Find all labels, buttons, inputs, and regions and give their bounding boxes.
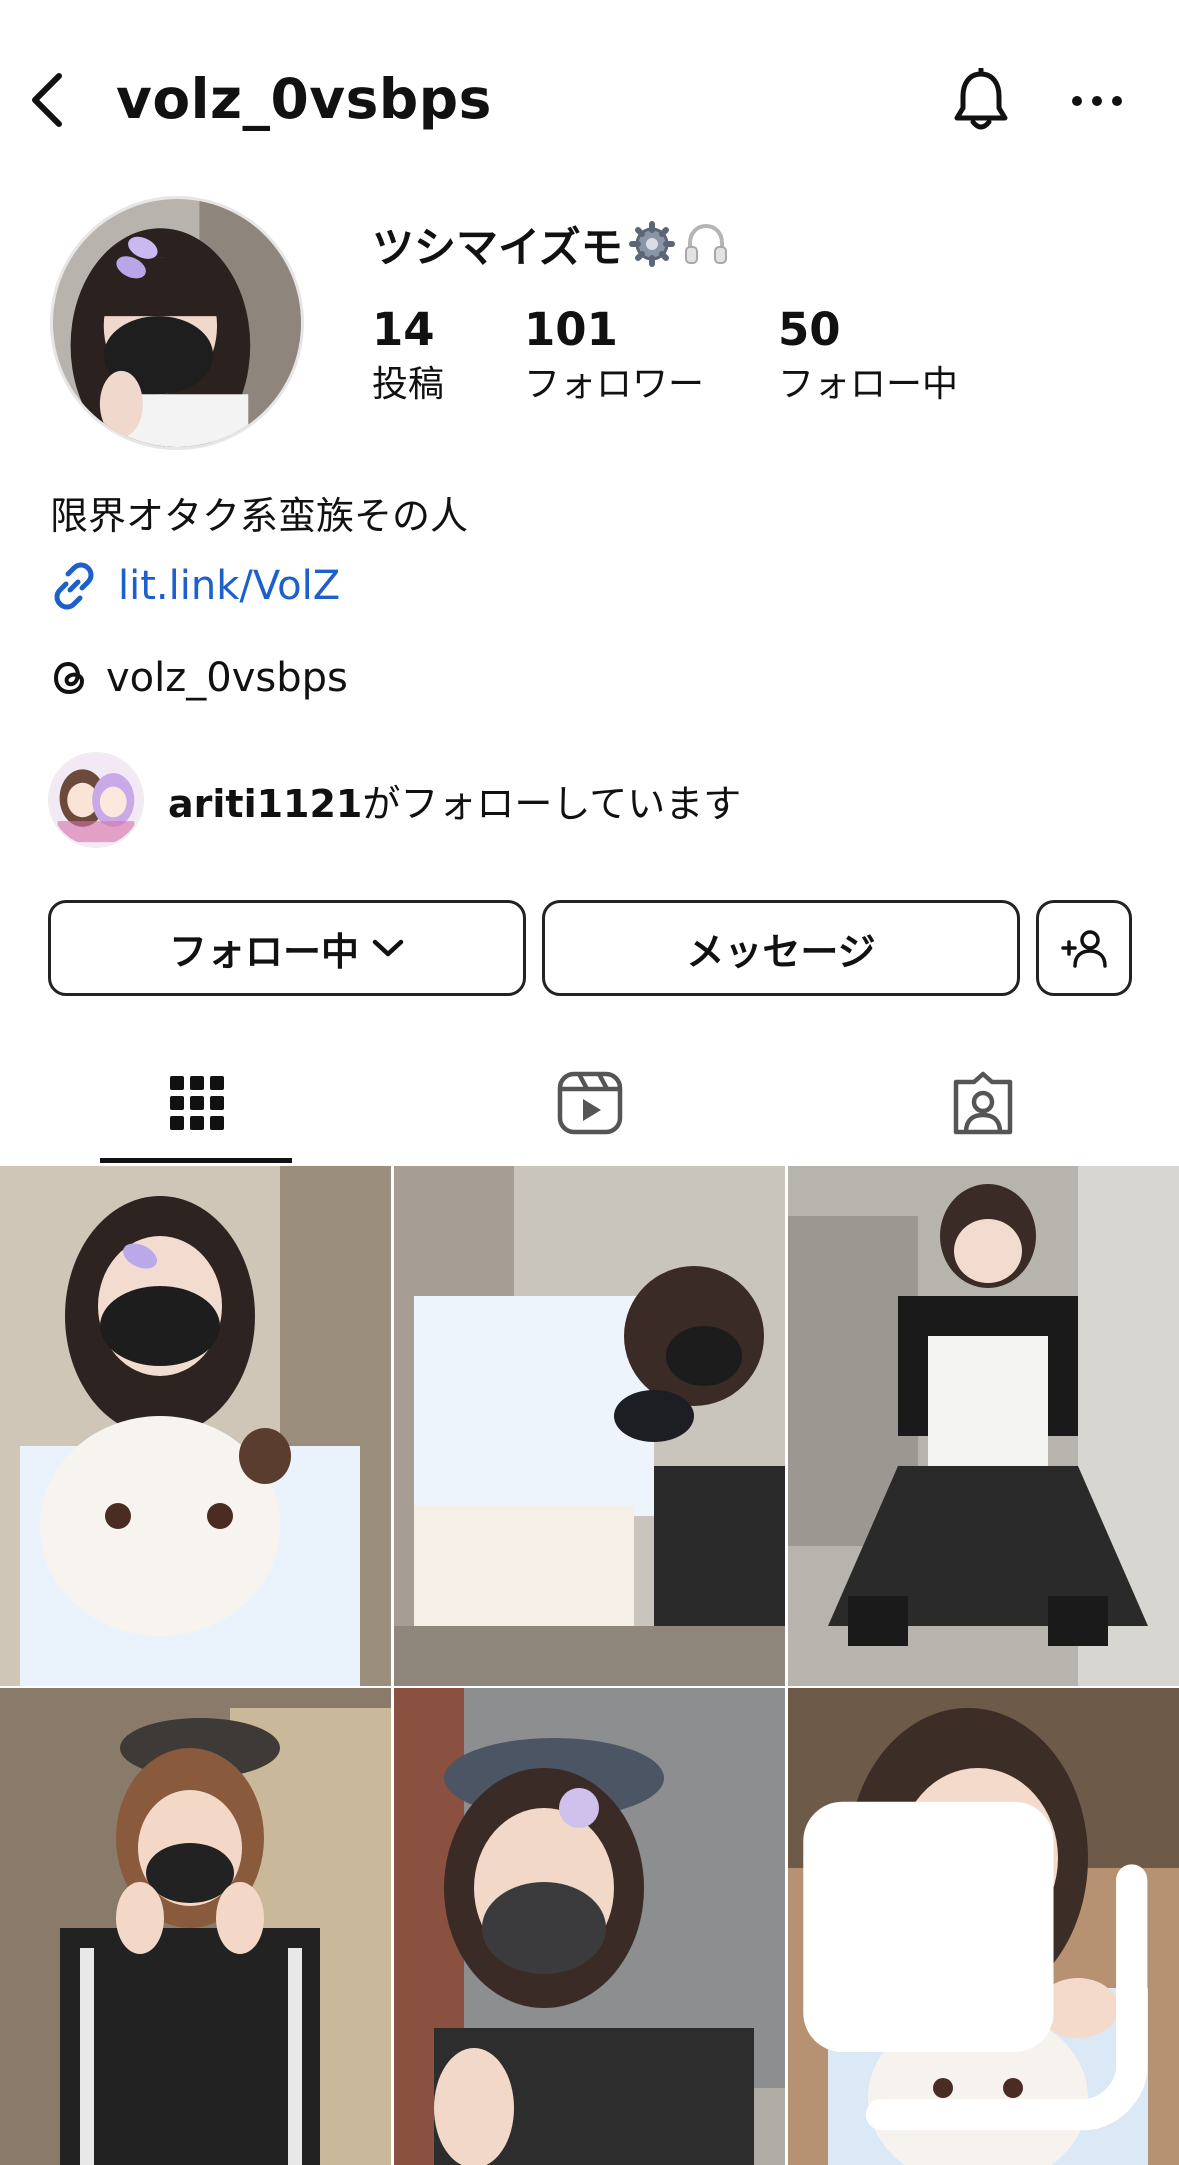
following-button[interactable]: フォロー中 [48, 900, 526, 996]
profile-username: volz_0vsbps [116, 67, 492, 131]
multiple-photos-icon [803, 1801, 1148, 2131]
post-2-photo [394, 1166, 785, 1686]
stat-following-count: 50 [778, 303, 841, 356]
mutual-followers[interactable]: ariti1121がフォローしています [48, 752, 741, 848]
reels-icon [557, 1071, 622, 1135]
grid-post-1[interactable] [0, 1166, 391, 1686]
headphones-icon [681, 219, 731, 269]
tab-reels[interactable] [393, 1040, 786, 1166]
display-name: ツシマイズモ [372, 212, 731, 276]
link-icon [54, 562, 94, 610]
profile-avatar[interactable] [50, 196, 304, 450]
profile-tabs [0, 1040, 1179, 1166]
message-button[interactable]: メッセージ [542, 900, 1020, 996]
active-tab-indicator [100, 1158, 292, 1163]
mutual-follower-avatar[interactable] [48, 752, 144, 848]
message-button-label: メッセージ [686, 929, 876, 974]
bell-icon [954, 68, 1008, 130]
grid-post-6[interactable] [788, 1688, 1179, 2165]
tagged-icon [953, 1071, 1012, 1135]
profile-link[interactable]: lit.link/VolZ [48, 556, 340, 616]
stat-followers[interactable]: 101 フォロワー [524, 300, 704, 410]
following-button-label: フォロー中 [168, 929, 359, 974]
threads-icon [53, 661, 85, 695]
more-horizontal-icon [1072, 96, 1122, 106]
back-button[interactable] [22, 68, 72, 132]
grid-icon [169, 1076, 224, 1130]
threads-badge[interactable]: volz_0vsbps [48, 648, 348, 708]
chevron-left-icon [32, 73, 62, 127]
post-1-photo [0, 1166, 391, 1686]
post-4-photo [0, 1688, 391, 2165]
grid-post-3[interactable] [788, 1166, 1179, 1686]
add-person-icon [1061, 930, 1107, 968]
tab-tagged[interactable] [786, 1040, 1179, 1166]
suggest-users-button[interactable] [1036, 900, 1132, 996]
profile-bio: 限界オタク系蛮族その人 [50, 494, 469, 538]
mutual-followers-suffix: がフォローしています [362, 781, 742, 826]
stat-following-label: フォロー中 [778, 364, 959, 405]
gear-icon [627, 219, 677, 269]
posts-grid [0, 1166, 1179, 2165]
grid-post-5[interactable] [394, 1688, 785, 2165]
notifications-button[interactable] [944, 64, 1018, 138]
stat-followers-label: フォロワー [524, 364, 705, 405]
top-bar: volz_0vsbps [0, 0, 1179, 190]
stat-posts-label: 投稿 [372, 364, 445, 405]
profile-link-text[interactable]: lit.link/VolZ [118, 563, 340, 609]
grid-post-4[interactable] [0, 1688, 391, 2165]
grid-post-2[interactable] [394, 1166, 785, 1686]
post-3-photo [788, 1166, 1179, 1686]
more-options-button[interactable] [1060, 64, 1134, 138]
stat-posts[interactable]: 14 投稿 [372, 300, 444, 410]
avatar-photo [53, 199, 301, 447]
threads-handle: volz_0vsbps [106, 655, 348, 701]
mutual-followers-text: ariti1121がフォローしています [168, 773, 741, 828]
stat-posts-count: 14 [372, 303, 435, 356]
mutual-follower-username[interactable]: ariti1121 [168, 782, 362, 826]
post-5-photo [394, 1688, 785, 2165]
tab-posts-grid[interactable] [0, 1040, 393, 1166]
stat-following[interactable]: 50 フォロー中 [778, 300, 958, 410]
stat-followers-count: 101 [524, 303, 618, 356]
display-name-text: ツシマイズモ [372, 222, 623, 272]
chevron-down-icon [372, 939, 404, 957]
